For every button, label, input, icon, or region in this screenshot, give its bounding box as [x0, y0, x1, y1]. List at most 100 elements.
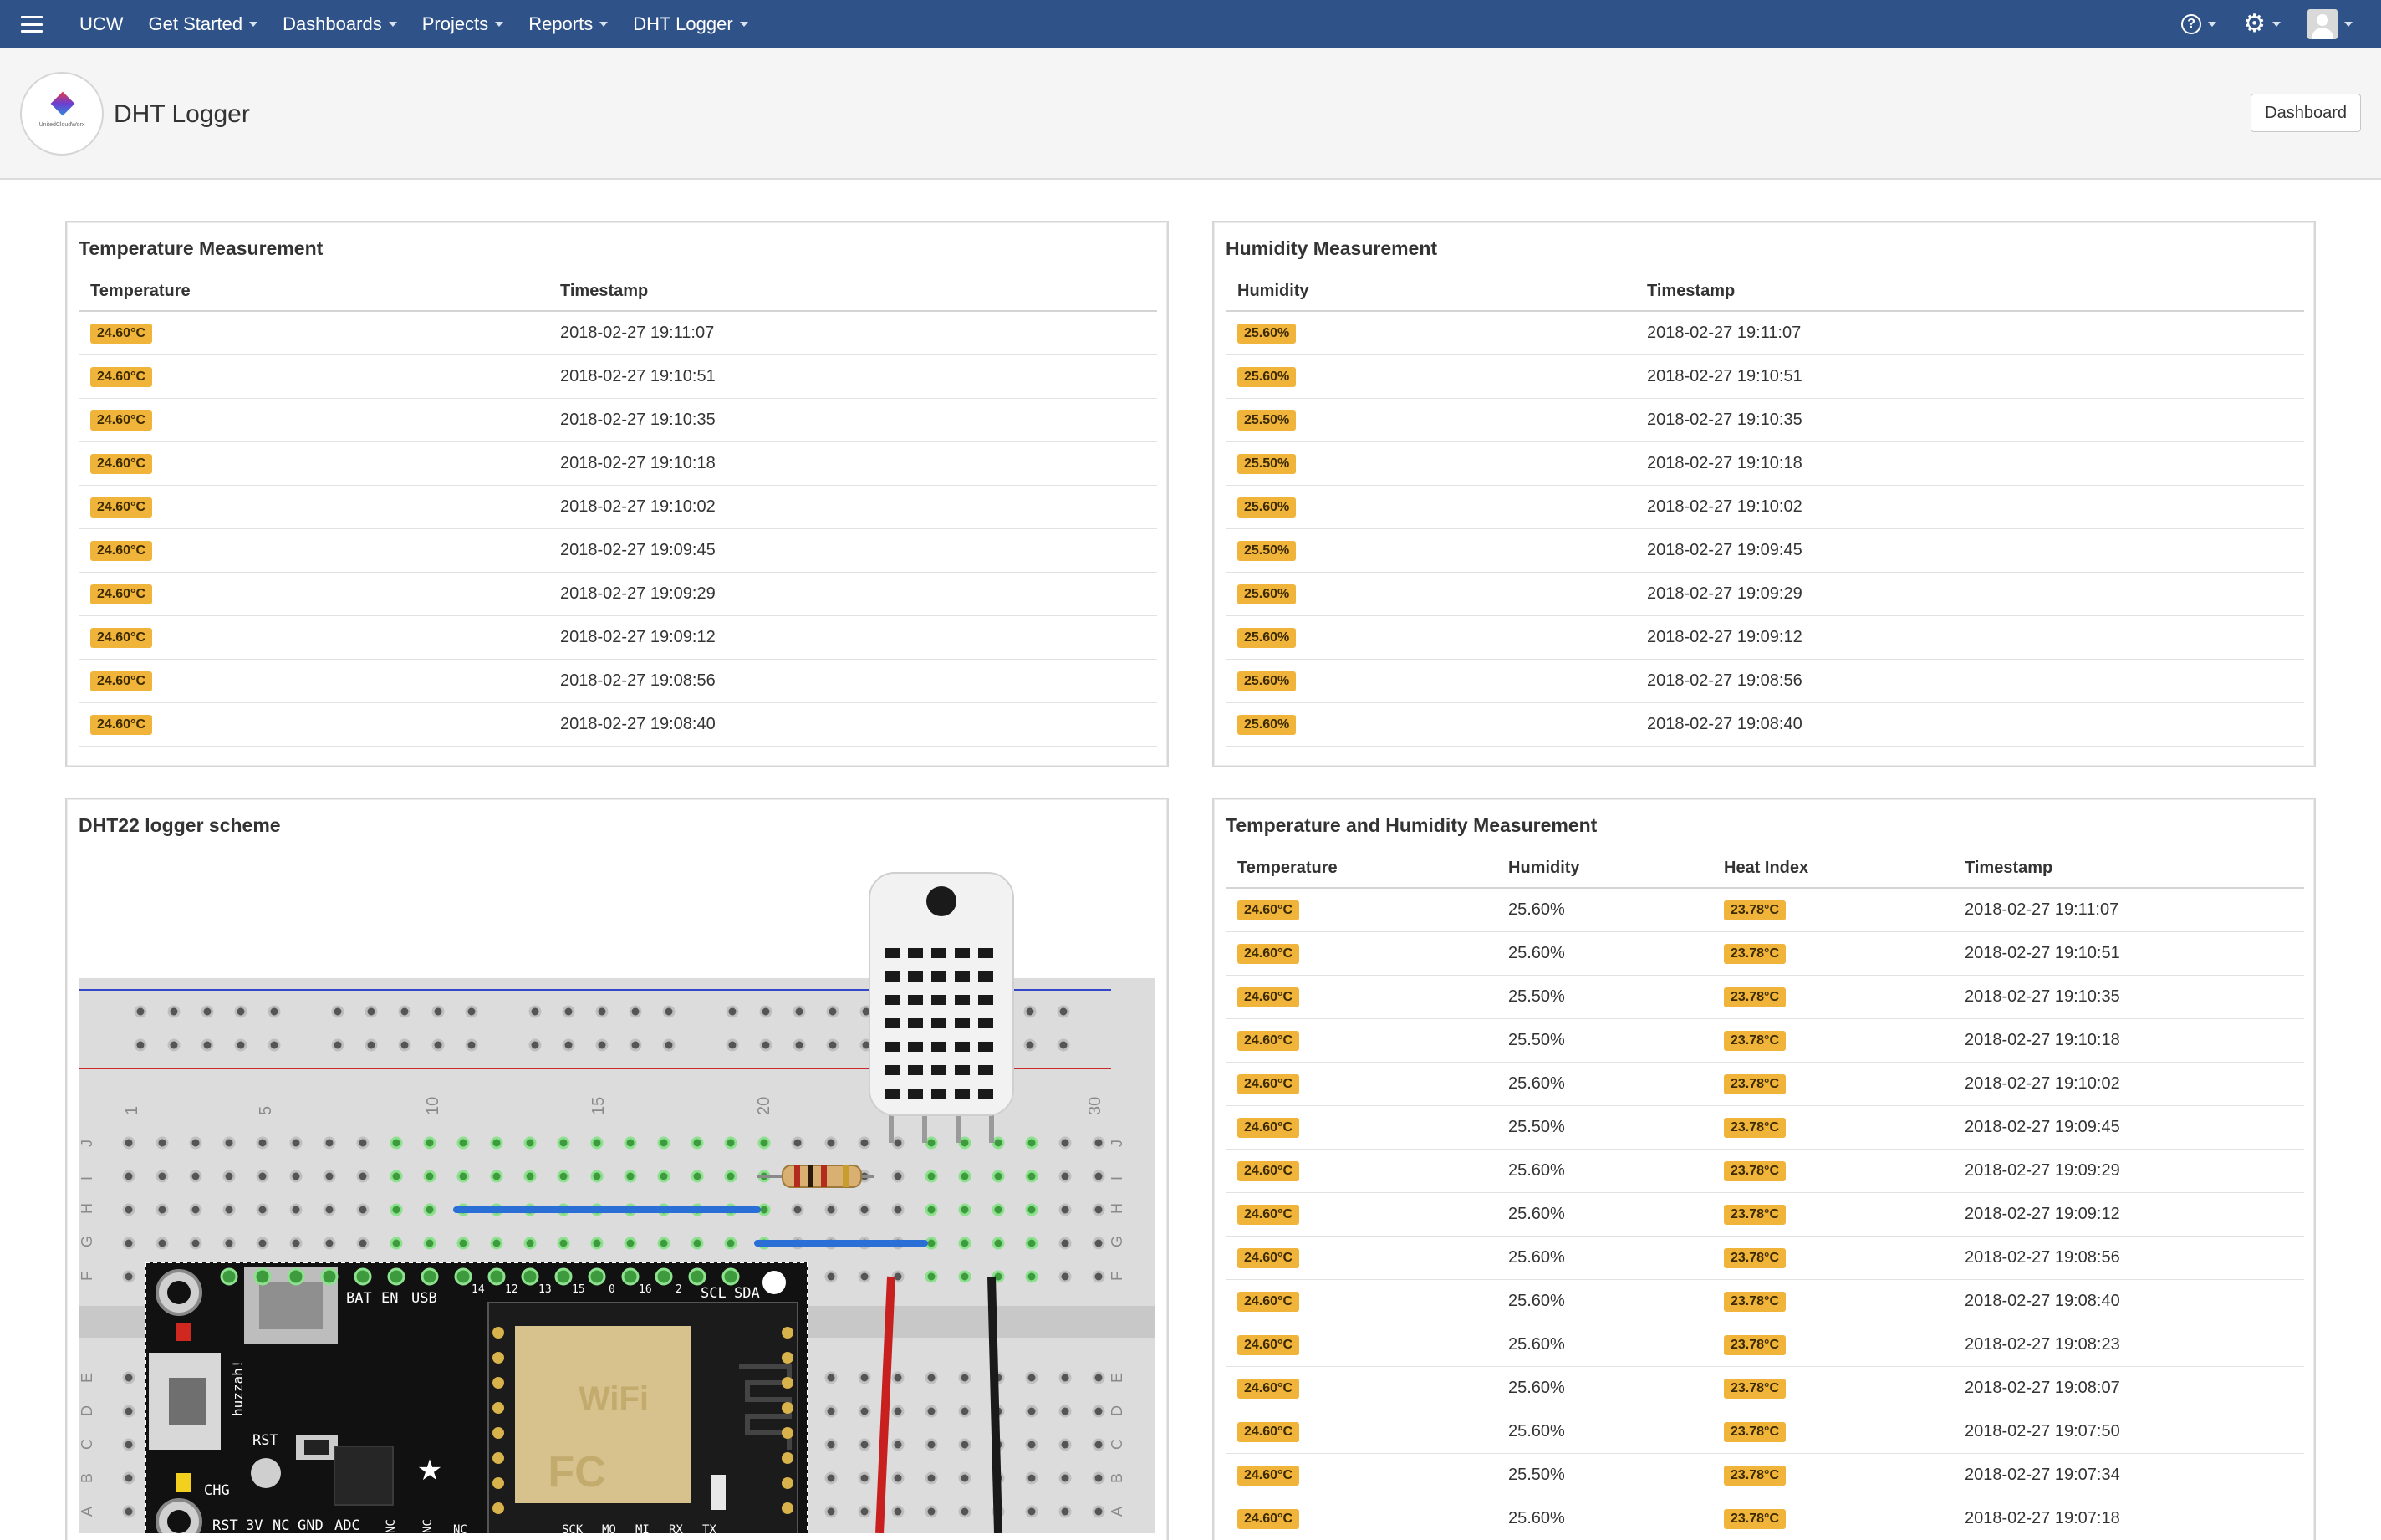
- value-badge: 23.78°C: [1724, 1247, 1786, 1268]
- table-cell: 25.50%: [1496, 975, 1712, 1019]
- module-pad: [492, 1352, 504, 1364]
- nav-item-dht-logger[interactable]: DHT Logger: [633, 13, 748, 35]
- app-logo: UnitedCloudWorx: [20, 72, 104, 156]
- value-badge: 24.60°C: [1237, 1117, 1299, 1138]
- breadboard-hole: [1058, 1203, 1072, 1216]
- table-cell: 24.60°C: [1226, 1497, 1496, 1540]
- breadboard-hole: [958, 1505, 971, 1518]
- table-header-row: Temperature Humidity Heat Index Timestam…: [1226, 849, 2304, 889]
- menu-icon[interactable]: [21, 16, 43, 33]
- led-red: [176, 1323, 191, 1341]
- nav-item-get-started[interactable]: Get Started: [149, 13, 258, 35]
- module-pad: [782, 1427, 793, 1439]
- pin-label: RX: [669, 1523, 683, 1533]
- pin-label: SCL: [701, 1285, 727, 1302]
- humidity-panel: Humidity Measurement Humidity Timestamp …: [1212, 221, 2316, 767]
- breadboard-hole: [590, 1170, 604, 1183]
- table-cell: 24.60°C: [1226, 1279, 1496, 1323]
- grille-slot: [908, 1018, 923, 1028]
- header-pin: [688, 1267, 706, 1286]
- grille-slot: [955, 1042, 970, 1052]
- breadboard-hole: [891, 1438, 905, 1451]
- value-badge: 24.60°C: [90, 714, 152, 735]
- breadboard-hole: [289, 1170, 303, 1183]
- help-menu[interactable]: ?: [2181, 14, 2217, 34]
- value-badge: 24.60°C: [1237, 900, 1299, 920]
- user-menu[interactable]: [2307, 9, 2353, 39]
- table-cell: 2018-02-27 19:08:56: [548, 659, 1157, 703]
- breadboard-hole: [557, 1136, 570, 1150]
- table-cell: 2018-02-27 19:09:29: [1635, 572, 2304, 616]
- combined-table: Temperature Humidity Heat Index Timestam…: [1226, 849, 2304, 1540]
- rail-hole: [662, 1038, 676, 1052]
- caret-down-icon: [388, 22, 397, 27]
- table-row: 25.60% 2018-02-27 19:08:56: [1226, 659, 2304, 703]
- table-row: 25.50% 2018-02-27 19:10:18: [1226, 441, 2304, 486]
- nav-item-dashboards[interactable]: Dashboards: [283, 13, 397, 35]
- breadboard-hole: [1025, 1170, 1038, 1183]
- pin-label: 2: [676, 1283, 682, 1296]
- cube-icon: [50, 91, 75, 116]
- breadboard-hole: [657, 1136, 670, 1150]
- breadboard-hole: [1092, 1405, 1105, 1418]
- grille-slot: [955, 1018, 970, 1028]
- breadboard-hole: [456, 1237, 470, 1250]
- breadboard-hole: [490, 1237, 503, 1250]
- table-cell: 23.78°C: [1712, 888, 1953, 932]
- rail-hole: [365, 1005, 378, 1018]
- breadboard-hole: [122, 1270, 135, 1283]
- value-badge: 24.60°C: [1237, 1378, 1299, 1399]
- breadboard-hole: [925, 1270, 938, 1283]
- breadboard-hole: [824, 1270, 838, 1283]
- breadboard-hole: [858, 1203, 871, 1216]
- table-row: 24.60°C 25.50% 23.78°C 2018-02-27 19:10:35: [1226, 975, 2304, 1019]
- breadboard-hole: [423, 1203, 436, 1216]
- module-pad: [492, 1327, 504, 1339]
- nav-item-projects[interactable]: Projects: [422, 13, 504, 35]
- breadboard-hole: [523, 1237, 537, 1250]
- breadboard-hole: [858, 1405, 871, 1418]
- breadboard-hole: [958, 1371, 971, 1384]
- header-pin: [354, 1267, 372, 1286]
- breadboard-hole: [189, 1237, 202, 1250]
- rail-hole: [826, 1038, 839, 1052]
- table-cell: 2018-02-27 19:10:51: [1953, 931, 2304, 976]
- settings-menu[interactable]: ⚙: [2243, 12, 2281, 37]
- pin-label: 12: [505, 1283, 518, 1296]
- table-cell: 2018-02-27 19:08:23: [1953, 1323, 2304, 1367]
- module-pad: [782, 1452, 793, 1464]
- value-badge: 25.60%: [1237, 671, 1297, 691]
- table-cell: 2018-02-27 19:10:18: [1953, 1018, 2304, 1063]
- dashboard-button[interactable]: Dashboard: [2251, 94, 2361, 132]
- column-number: 20: [755, 1097, 773, 1115]
- nav-brand[interactable]: UCW: [79, 13, 124, 35]
- table-cell: 23.78°C: [1712, 931, 1953, 976]
- pin-label: BAT: [346, 1290, 372, 1307]
- breadboard-hole: [122, 1170, 135, 1183]
- nav-item-reports[interactable]: Reports: [528, 13, 609, 35]
- breadboard-hole: [791, 1136, 804, 1150]
- grille-slot: [955, 1065, 970, 1075]
- rail-hole: [398, 1005, 411, 1018]
- row-letter: G: [1109, 1236, 1125, 1247]
- table-row: 25.50% 2018-02-27 19:10:35: [1226, 398, 2304, 442]
- breadboard-hole: [590, 1136, 604, 1150]
- table-row: 24.60°C 25.60% 23.78°C 2018-02-27 19:09:29: [1226, 1149, 2304, 1193]
- column-header: Humidity: [1496, 849, 1712, 889]
- breadboard-hole: [456, 1136, 470, 1150]
- row-letter: E: [79, 1373, 95, 1383]
- table-header-row: Temperature Timestamp: [79, 273, 1157, 312]
- grille-slot: [978, 1042, 993, 1052]
- table-cell: 24.60°C: [1226, 1453, 1496, 1497]
- breadboard-hole: [925, 1438, 938, 1451]
- grille-slot: [931, 1089, 946, 1099]
- breadboard-hole: [691, 1170, 704, 1183]
- grille-slot: [931, 1018, 946, 1028]
- rail-hole: [759, 1038, 772, 1052]
- value-badge: 23.78°C: [1724, 1421, 1786, 1442]
- module-pad: [782, 1327, 793, 1339]
- rail-hole: [268, 1038, 281, 1052]
- header-pin: [253, 1267, 272, 1286]
- breadboard-hole: [958, 1170, 971, 1183]
- table-cell: 23.78°C: [1712, 1366, 1953, 1410]
